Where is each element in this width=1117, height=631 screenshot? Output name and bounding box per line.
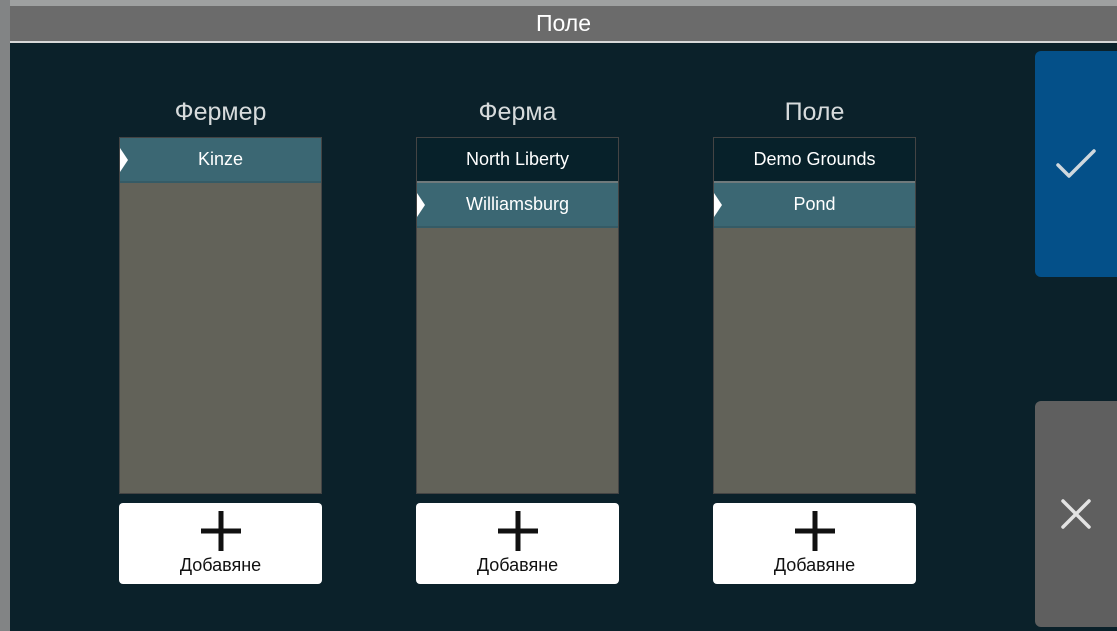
add-farmer-label: Добавяне bbox=[179, 555, 262, 575]
cancel-button[interactable] bbox=[1035, 401, 1117, 627]
add-field-label: Добавяне bbox=[773, 555, 856, 575]
add-farm-button[interactable]: Добавяне bbox=[416, 503, 619, 584]
left-border bbox=[0, 0, 10, 631]
field-list-item-pond[interactable]: Pond bbox=[714, 183, 915, 228]
field-column-header: Поле bbox=[784, 98, 845, 126]
add-field-button[interactable]: Добавяне bbox=[713, 503, 916, 584]
list-item-label: Kinze bbox=[197, 149, 244, 169]
list-item-label: Demo Grounds bbox=[753, 149, 876, 169]
confirm-button[interactable] bbox=[1035, 51, 1117, 277]
selected-marker-icon bbox=[120, 148, 128, 172]
list-item-label: North Liberty bbox=[465, 149, 570, 169]
add-farmer-button[interactable]: Добавяне bbox=[119, 503, 322, 584]
farm-list-item-williamsburg[interactable]: Williamsburg bbox=[417, 183, 618, 228]
add-farm-label: Добавяне bbox=[476, 555, 559, 575]
dialog-frame: Поле Фермер Kinze Добавяне Ферма North L… bbox=[0, 0, 1117, 631]
check-icon bbox=[1056, 149, 1096, 178]
selected-marker-icon bbox=[714, 193, 722, 217]
list-item-label: Pond bbox=[793, 194, 836, 214]
field-list[interactable]: Demo Grounds Pond bbox=[713, 137, 916, 494]
farmer-list[interactable]: Kinze bbox=[119, 137, 322, 494]
list-item-label: Williamsburg bbox=[465, 194, 570, 214]
farmer-list-item-kinze[interactable]: Kinze bbox=[120, 138, 321, 183]
plus-icon bbox=[200, 511, 241, 551]
dialog-title-bar: Поле bbox=[10, 6, 1117, 43]
farmer-column-header: Фермер bbox=[174, 98, 267, 126]
close-icon bbox=[1061, 499, 1091, 529]
plus-icon bbox=[497, 511, 538, 551]
farm-column-header: Ферма bbox=[478, 98, 557, 126]
plus-icon bbox=[794, 511, 835, 551]
field-list-item-demo-grounds[interactable]: Demo Grounds bbox=[714, 138, 915, 183]
farm-list-item-north-liberty[interactable]: North Liberty bbox=[417, 138, 618, 183]
farm-list[interactable]: North Liberty Williamsburg bbox=[416, 137, 619, 494]
dialog-title: Поле bbox=[535, 10, 592, 36]
main-panel: Фермер Kinze Добавяне Ферма North Libert… bbox=[10, 43, 1117, 631]
selected-marker-icon bbox=[417, 193, 425, 217]
